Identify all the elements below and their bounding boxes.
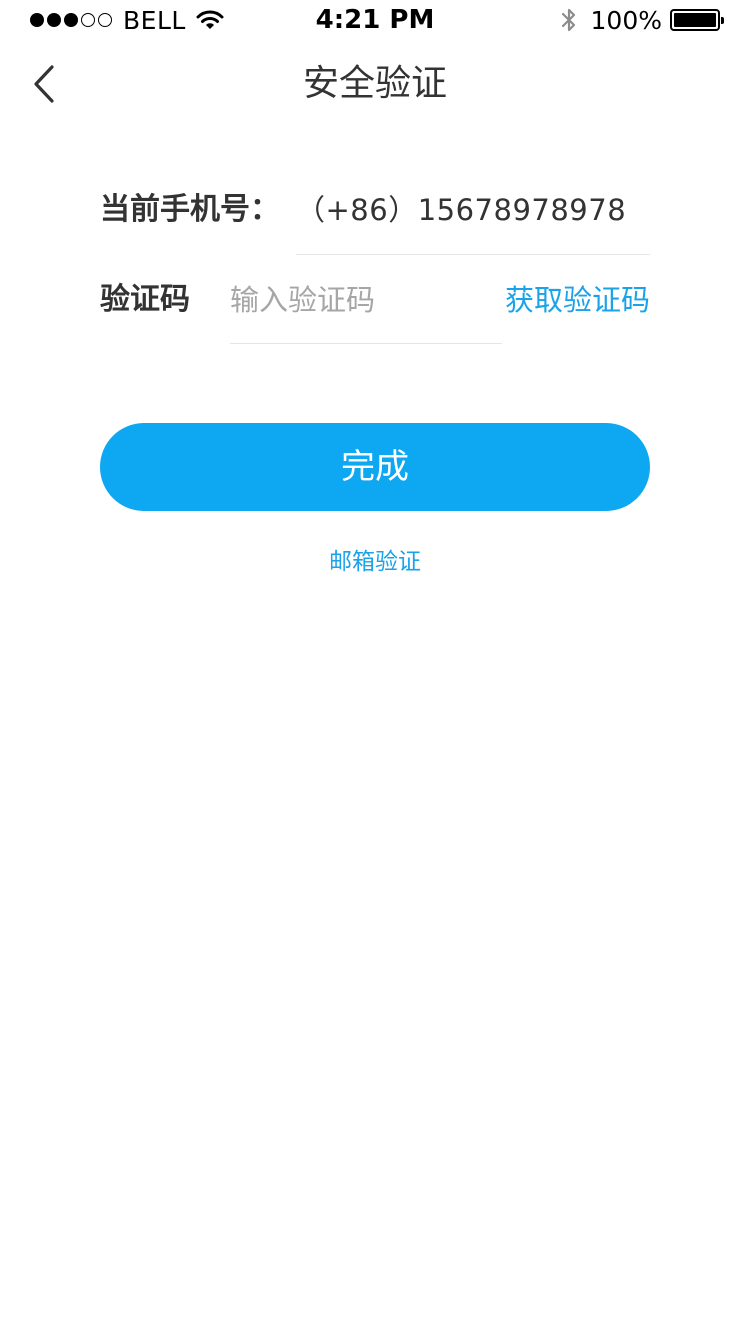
verification-code-label: 验证码 xyxy=(100,282,190,317)
battery-level-fill xyxy=(674,13,716,27)
battery-percentage: 100% xyxy=(590,5,662,35)
status-bar-right: 100% xyxy=(559,4,724,36)
status-bar: BELL 4:21 PM 100% xyxy=(0,0,750,40)
phone-number-value: （+86）15678978978 xyxy=(296,193,627,227)
get-verification-code-button[interactable]: 获取验证码 xyxy=(505,270,650,330)
phone-label: 当前手机号： xyxy=(100,192,280,227)
phone-row: 当前手机号： （+86）15678978978 xyxy=(100,180,650,255)
bluetooth-icon xyxy=(561,8,575,32)
verification-code-row: 验证码 获取验证码 xyxy=(100,270,650,344)
email-verification-link[interactable]: 邮箱验证 xyxy=(0,542,750,582)
navigation-bar: 安全验证 xyxy=(0,40,750,128)
submit-button[interactable]: 完成 xyxy=(100,423,650,511)
phone-divider xyxy=(296,254,650,255)
page-title: 安全验证 xyxy=(302,63,447,104)
verification-code-input[interactable] xyxy=(230,270,500,330)
battery-icon xyxy=(670,9,724,31)
verification-code-divider xyxy=(230,343,502,344)
